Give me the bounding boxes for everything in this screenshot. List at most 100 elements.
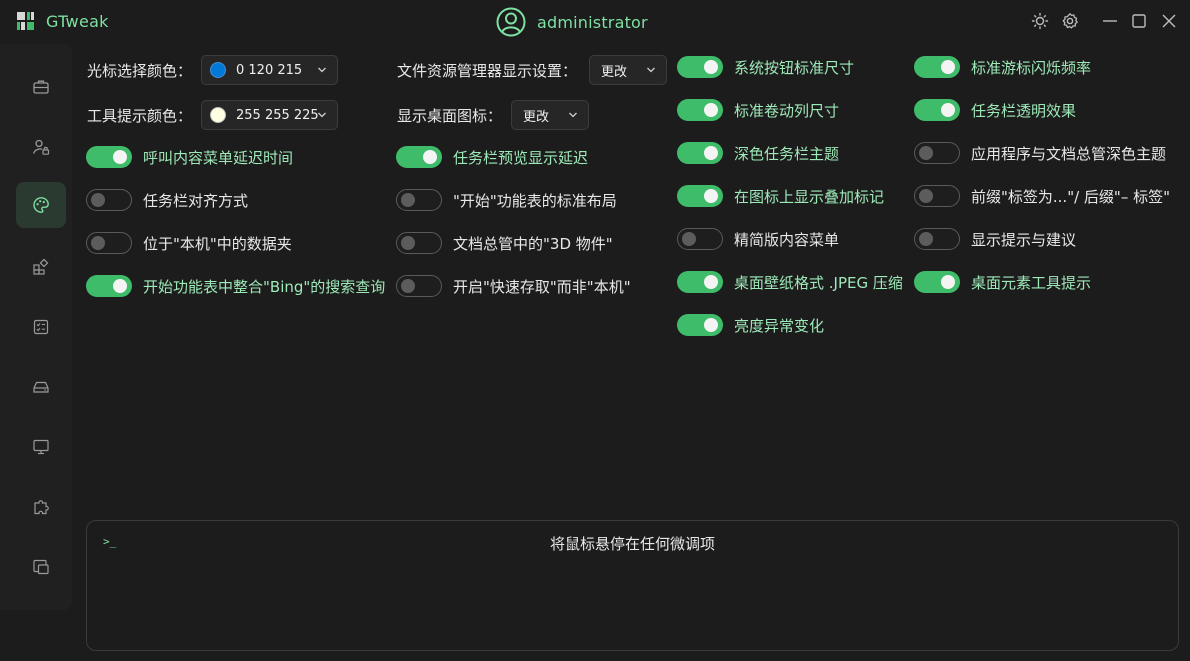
toggle-switch[interactable] <box>396 275 442 297</box>
toggle-switch[interactable] <box>86 189 132 211</box>
user-lock-icon <box>33 139 50 155</box>
toggle-switch[interactable] <box>86 146 132 168</box>
toggle-switch[interactable] <box>86 232 132 254</box>
setting-label: 开始功能表中整合"Bing"的搜索查询 <box>143 277 386 296</box>
setting-row[interactable]: "开始"功能表的标准布局 <box>396 187 617 213</box>
close-icon[interactable] <box>1160 12 1178 30</box>
toggle-switch[interactable] <box>914 142 960 164</box>
toggle-switch[interactable] <box>914 271 960 293</box>
sidebar-item-more[interactable] <box>16 544 66 590</box>
toggle-switch[interactable] <box>677 142 723 164</box>
setting-label: 任务栏对齐方式 <box>143 191 249 210</box>
toggle-switch[interactable] <box>914 185 960 207</box>
tooltip-color-picker[interactable]: 255 255 225 <box>201 100 338 130</box>
tooltip-color-swatch <box>210 107 226 123</box>
setting-row[interactable]: 任务栏预览显示延迟 <box>396 144 588 170</box>
explorer-display-change-label: 更改 <box>601 64 628 80</box>
toggle-switch[interactable] <box>677 185 723 207</box>
checklist-icon <box>33 319 49 335</box>
setting-row[interactable]: 在图标上显示叠加标记 <box>677 183 884 209</box>
cursor-color-swatch <box>210 62 226 78</box>
toggle-switch[interactable] <box>396 189 442 211</box>
setting-label: 桌面壁纸格式 .JPEG 压缩 <box>734 273 903 292</box>
chevron-down-icon <box>318 112 326 118</box>
desktop-icons-change-button[interactable]: 更改 <box>511 100 589 130</box>
setting-row[interactable]: 应用程序与文档总管深色主题 <box>914 140 1166 166</box>
setting-row[interactable]: 呼叫内容菜单延迟时间 <box>86 144 293 170</box>
toggle-switch[interactable] <box>914 99 960 121</box>
setting-label: "开始"功能表的标准布局 <box>453 191 617 210</box>
setting-label: 位于"本机"中的数据夹 <box>143 234 292 253</box>
gtweak-logo-icon <box>16 11 36 31</box>
setting-row[interactable]: 位于"本机"中的数据夹 <box>86 230 292 256</box>
setting-label: 标准卷动列尺寸 <box>734 101 840 120</box>
explorer-display-change-button[interactable]: 更改 <box>589 55 667 85</box>
sidebar-item-services[interactable] <box>16 304 66 350</box>
toggle-switch[interactable] <box>86 275 132 297</box>
user-avatar-icon <box>496 7 526 37</box>
explorer-display-label: 文件资源管理器显示设置： <box>397 61 578 80</box>
sidebar-item-system[interactable] <box>16 424 66 470</box>
setting-row[interactable]: 开启"快速存取"而非"本机" <box>396 273 631 299</box>
setting-label: 深色任务栏主题 <box>734 144 840 163</box>
setting-row[interactable]: 显示提示与建议 <box>914 226 1076 252</box>
gear-icon[interactable] <box>1061 12 1079 30</box>
setting-row[interactable]: 深色任务栏主题 <box>677 140 839 166</box>
setting-label: 开启"快速存取"而非"本机" <box>453 277 631 296</box>
toggle-switch[interactable] <box>677 56 723 78</box>
setting-label: 显示提示与建议 <box>971 230 1077 249</box>
setting-row[interactable]: 任务栏透明效果 <box>914 97 1076 123</box>
setting-row[interactable]: 亮度异常变化 <box>677 312 824 338</box>
sidebar-item-packages[interactable] <box>16 244 66 290</box>
chevron-down-icon <box>318 67 326 73</box>
toggle-switch[interactable] <box>396 146 442 168</box>
toggle-switch[interactable] <box>914 228 960 250</box>
setting-label: 任务栏预览显示延迟 <box>453 148 589 167</box>
setting-row[interactable]: 系统按钮标准尺寸 <box>677 54 854 80</box>
setting-row[interactable]: 开始功能表中整合"Bing"的搜索查询 <box>86 273 385 299</box>
sidebar-item-utilities[interactable] <box>16 484 66 530</box>
setting-label: 亮度异常变化 <box>734 316 825 335</box>
toggle-switch[interactable] <box>677 271 723 293</box>
sidebar-item-confidentiality[interactable] <box>16 64 66 110</box>
cursor-color-picker[interactable]: 0 120 215 <box>201 55 338 85</box>
setting-label: 系统按钮标准尺寸 <box>734 58 855 77</box>
setting-label: 应用程序与文档总管深色主题 <box>971 144 1167 163</box>
toggle-switch[interactable] <box>396 232 442 254</box>
cursor-color-label: 光标选择颜色： <box>87 61 193 80</box>
tooltip-color-label: 工具提示颜色： <box>87 106 193 125</box>
setting-row[interactable]: 桌面壁纸格式 .JPEG 压缩 <box>677 269 903 295</box>
sidebar-item-security[interactable] <box>16 124 66 170</box>
palette-icon <box>33 197 49 213</box>
drive-icon <box>33 381 49 393</box>
sidebar-item-drives[interactable] <box>16 364 66 410</box>
chevron-down-icon <box>569 112 577 118</box>
setting-row[interactable]: 标准卷动列尺寸 <box>677 97 839 123</box>
setting-row[interactable]: 任务栏对齐方式 <box>86 187 248 213</box>
user-block: administrator <box>496 6 648 38</box>
user-name: administrator <box>537 12 648 32</box>
setting-label: 前缀"标签为..."/ 后缀"– 标签" <box>971 187 1170 206</box>
toggle-switch[interactable] <box>677 99 723 121</box>
sun-icon[interactable] <box>1031 12 1049 30</box>
maximize-icon[interactable] <box>1130 12 1148 30</box>
setting-label: 标准游标闪烁频率 <box>971 58 1092 77</box>
cursor-color-value: 0 120 215 <box>236 62 303 78</box>
setting-row[interactable]: 前缀"标签为..."/ 后缀"– 标签" <box>914 183 1170 209</box>
sidebar-item-interface[interactable] <box>16 182 66 228</box>
setting-label: 文档总管中的"3D 物件" <box>453 234 613 253</box>
minimize-icon[interactable] <box>1101 12 1119 30</box>
setting-row[interactable]: 精简版内容菜单 <box>677 226 839 252</box>
toggle-switch[interactable] <box>914 56 960 78</box>
setting-row[interactable]: 标准游标闪烁频率 <box>914 54 1091 80</box>
toggle-switch[interactable] <box>677 314 723 336</box>
setting-row[interactable]: 桌面元素工具提示 <box>914 269 1091 295</box>
setting-label: 精简版内容菜单 <box>734 230 840 249</box>
desktop-icons-change-label: 更改 <box>523 109 550 125</box>
desktop-icons-label: 显示桌面图标： <box>397 106 503 125</box>
toggle-switch[interactable] <box>677 228 723 250</box>
setting-label: 在图标上显示叠加标记 <box>734 187 885 206</box>
setting-row[interactable]: 文档总管中的"3D 物件" <box>396 230 613 256</box>
setting-label: 任务栏透明效果 <box>971 101 1077 120</box>
puzzle-icon <box>34 500 49 515</box>
